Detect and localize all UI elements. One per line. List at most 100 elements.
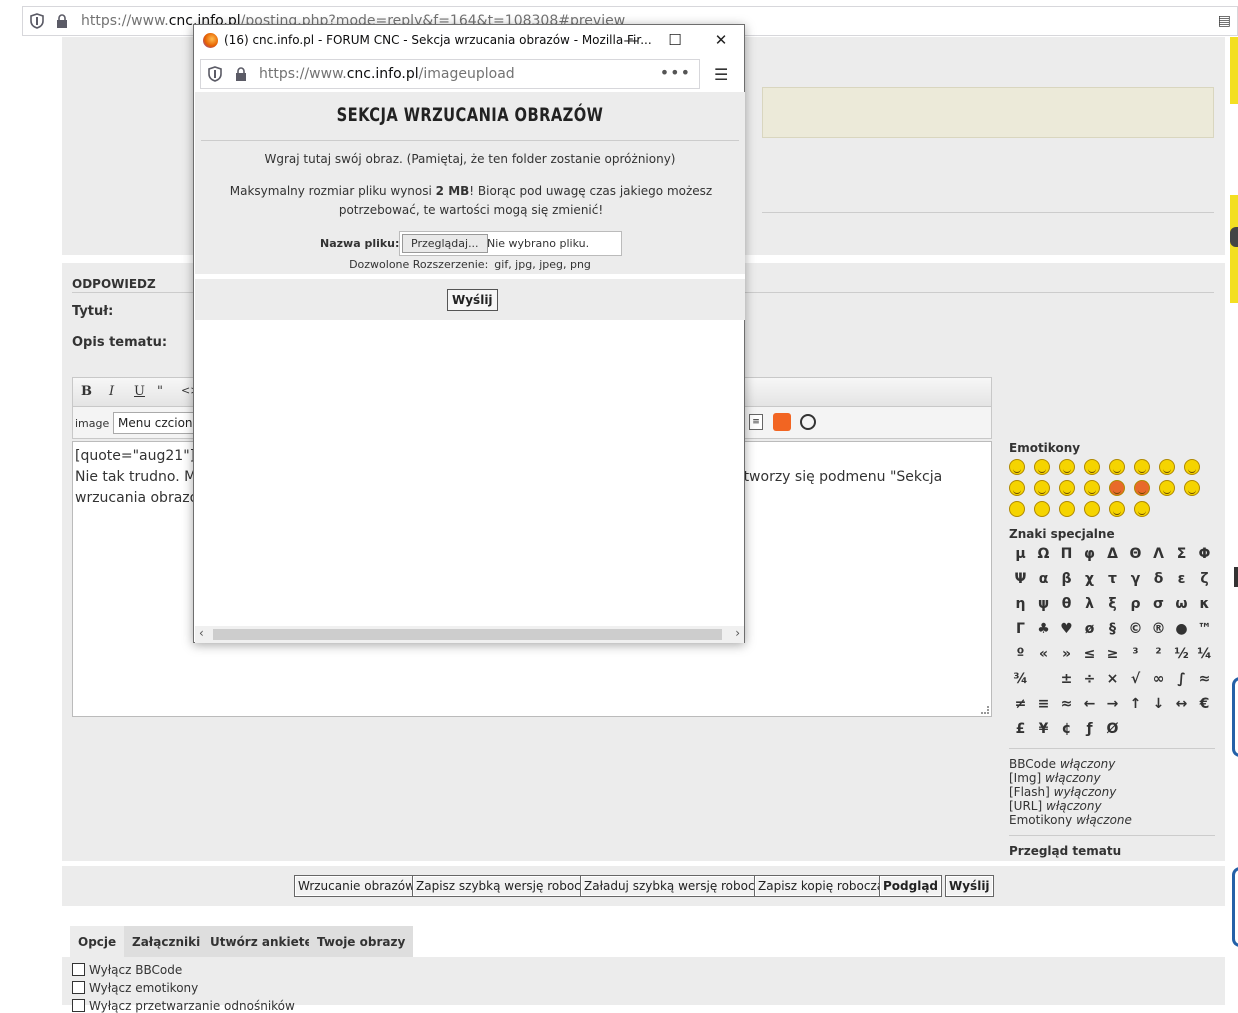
video-play-icon[interactable]: [800, 414, 816, 430]
idea-icon[interactable]: [1059, 501, 1075, 517]
special-char[interactable]: Λ: [1147, 546, 1170, 565]
special-char[interactable]: ↔: [1170, 696, 1193, 715]
special-char[interactable]: ³: [1124, 646, 1147, 665]
load-quick-draft-button[interactable]: Załaduj szybką wersję roboczą: [580, 875, 773, 897]
emoticon-icon[interactable]: [1084, 459, 1100, 475]
popup-address-bar[interactable]: https://www.cnc.info.pl/imageupload •••: [200, 59, 700, 89]
special-char[interactable]: ↓: [1147, 696, 1170, 715]
special-char[interactable]: ≥: [1101, 646, 1124, 665]
special-char[interactable]: Π: [1055, 546, 1078, 565]
lock-icon[interactable]: [235, 67, 247, 81]
popup-titlebar[interactable]: (16) cnc.info.pl - FORUM CNC - Sekcja wr…: [194, 25, 744, 56]
tracking-protection-shield-icon[interactable]: [208, 66, 222, 82]
scrollbar-thumb[interactable]: [213, 629, 722, 640]
emoticon-icon[interactable]: [1159, 480, 1175, 496]
emoticon-icon[interactable]: [1134, 459, 1150, 475]
special-char[interactable]: ≈: [1193, 671, 1216, 690]
upload-images-button[interactable]: Wrzucanie obrazów: [294, 875, 419, 897]
preview-button[interactable]: Podgląd: [879, 875, 943, 897]
horizontal-scrollbar[interactable]: ‹ ›: [195, 626, 744, 643]
special-char[interactable]: ©: [1124, 621, 1147, 640]
special-char[interactable]: ø: [1078, 621, 1101, 640]
special-char[interactable]: φ: [1078, 546, 1101, 565]
special-char[interactable]: Φ: [1193, 546, 1216, 565]
close-icon[interactable]: ✕: [711, 30, 731, 50]
disable-links-option[interactable]: Wyłącz przetwarzanie odnośników: [72, 999, 295, 1013]
file-input[interactable]: Przeglądaj... Nie wybrano pliku.: [399, 231, 622, 256]
special-char[interactable]: ×: [1101, 671, 1124, 690]
emoticon-icon[interactable]: [1134, 480, 1150, 496]
special-char[interactable]: ψ: [1032, 596, 1055, 615]
submit-button[interactable]: Wyślij: [945, 875, 994, 897]
scroll-left-icon[interactable]: ‹: [199, 626, 204, 640]
tab-create-poll[interactable]: Utwórz ankietę: [202, 926, 321, 957]
emoticon-icon[interactable]: [1159, 459, 1175, 475]
special-char[interactable]: ™: [1193, 621, 1216, 640]
special-char[interactable]: £: [1009, 721, 1032, 740]
lock-icon[interactable]: [56, 14, 68, 28]
special-char[interactable]: κ: [1193, 596, 1216, 615]
special-char[interactable]: τ: [1101, 571, 1124, 590]
tab-attachments[interactable]: Załączniki: [124, 926, 209, 957]
emoticon-icon[interactable]: [1009, 480, 1025, 496]
special-char[interactable]: Ψ: [1009, 571, 1032, 590]
special-char[interactable]: δ: [1147, 571, 1170, 590]
checkbox[interactable]: [72, 981, 85, 994]
special-char[interactable]: ξ: [1101, 596, 1124, 615]
checkbox[interactable]: [72, 963, 85, 976]
special-char[interactable]: ≡: [1032, 696, 1055, 715]
emoticon-icon[interactable]: [1059, 480, 1075, 496]
special-char[interactable]: ρ: [1124, 596, 1147, 615]
special-char[interactable]: α: [1032, 571, 1055, 590]
emoticon-icon[interactable]: [1059, 459, 1075, 475]
special-char[interactable]: ∞: [1147, 671, 1170, 690]
emoticon-icon[interactable]: [1109, 480, 1125, 496]
emoticon-icon[interactable]: [1034, 480, 1050, 496]
scroll-right-icon[interactable]: ›: [735, 626, 740, 640]
font-menu-select[interactable]: Menu czcionek: [113, 412, 203, 434]
special-char[interactable]: ƒ: [1078, 721, 1101, 740]
special-char[interactable]: ζ: [1193, 571, 1216, 590]
reader-view-icon[interactable]: ▤: [1218, 13, 1231, 29]
special-char[interactable]: Γ: [1009, 621, 1032, 640]
underline-button[interactable]: U: [134, 384, 145, 399]
special-char[interactable]: σ: [1147, 596, 1170, 615]
disable-bbcode-option[interactable]: Wyłącz BBCode: [72, 963, 182, 977]
tab-your-images[interactable]: Twoje obrazy: [309, 926, 414, 957]
hamburger-menu-icon[interactable]: ☰: [714, 65, 728, 84]
bold-button[interactable]: B: [81, 384, 92, 399]
special-char[interactable]: ∫: [1170, 671, 1193, 690]
special-char[interactable]: γ: [1124, 571, 1147, 590]
special-char[interactable]: €: [1193, 696, 1216, 715]
emoticon-icon[interactable]: [1109, 459, 1125, 475]
special-char[interactable]: λ: [1078, 596, 1101, 615]
special-char[interactable]: ®: [1147, 621, 1170, 640]
special-char[interactable]: η: [1009, 596, 1032, 615]
italic-button[interactable]: I: [109, 384, 114, 399]
maximize-icon[interactable]: ☐: [665, 30, 685, 50]
special-char[interactable]: ÷: [1078, 671, 1101, 690]
special-char[interactable]: ¢: [1055, 721, 1078, 740]
resize-handle-icon[interactable]: [981, 706, 989, 714]
special-char[interactable]: Ø: [1101, 721, 1124, 740]
special-char[interactable]: »: [1055, 646, 1078, 665]
special-char[interactable]: º: [1009, 646, 1032, 665]
special-char[interactable]: ≤: [1078, 646, 1101, 665]
special-char[interactable]: ●: [1170, 621, 1193, 640]
tracking-protection-shield-icon[interactable]: [30, 13, 44, 29]
quote-button[interactable]: ": [157, 384, 163, 399]
special-char[interactable]: ≈: [1055, 696, 1078, 715]
emoticon-icon[interactable]: [1134, 501, 1150, 517]
special-char[interactable]: Θ: [1124, 546, 1147, 565]
special-char[interactable]: ²: [1147, 646, 1170, 665]
emoticon-icon[interactable]: [1084, 480, 1100, 496]
special-char[interactable]: √: [1124, 671, 1147, 690]
disable-emoticons-option[interactable]: Wyłącz emotikony: [72, 981, 198, 995]
arrow-icon[interactable]: [1084, 501, 1100, 517]
emoticon-icon[interactable]: [1009, 459, 1025, 475]
special-char[interactable]: θ: [1055, 596, 1078, 615]
special-char[interactable]: ¼: [1193, 646, 1216, 665]
special-char[interactable]: →: [1101, 696, 1124, 715]
special-char[interactable]: Ω: [1032, 546, 1055, 565]
page-actions-icon[interactable]: •••: [660, 63, 691, 82]
